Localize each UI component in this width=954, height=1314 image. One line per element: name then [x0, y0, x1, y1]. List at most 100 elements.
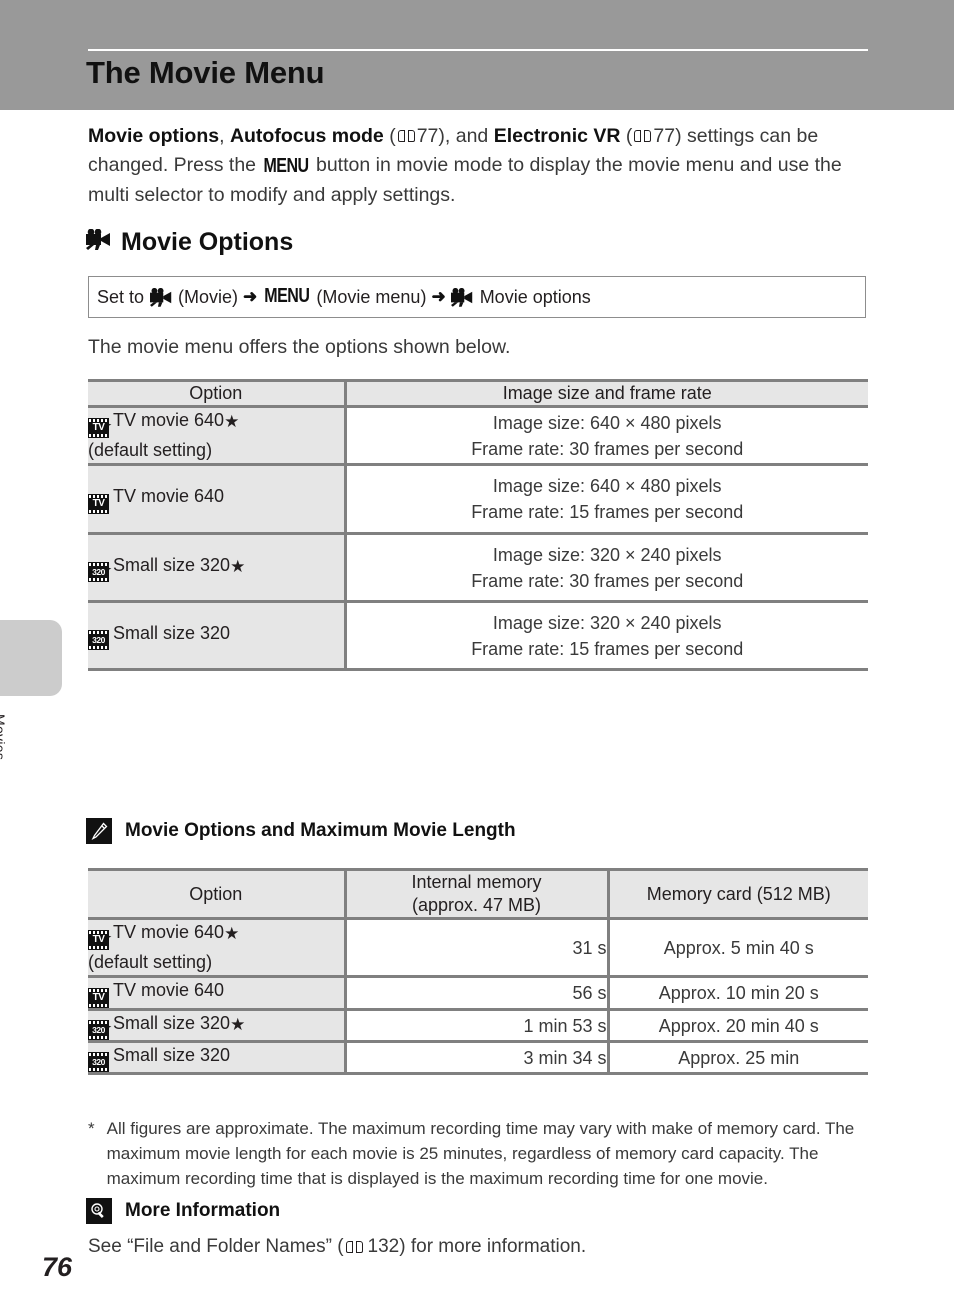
table1-header-size-rate: Image size and frame rate: [343, 379, 868, 408]
table2-card-cell: Approx. 25 min: [606, 1040, 868, 1075]
tv-film-icon: TV: [88, 494, 109, 514]
small-320-film-star-icon: 320 ✦: [88, 1020, 112, 1040]
magnifier-icon: [86, 1198, 112, 1224]
table-row: TV ✦ TV movie 640★ (default setting) 31 s …: [88, 917, 868, 978]
movie-options-table: Option Image size and frame rate TV ✦ TV m…: [88, 379, 868, 671]
table2-option-label: Small size 320: [113, 1045, 231, 1065]
intro-term-movie-options: Movie options: [88, 125, 220, 147]
book-icon: [345, 1240, 363, 1254]
table-row: 320 ✦ Small size 320★ 1 min 53 s Approx. 2…: [88, 1008, 868, 1043]
table2-internal-cell: 3 min 34 s: [343, 1040, 608, 1075]
table1-lead-text: The movie menu offers the options shown …: [88, 336, 511, 358]
table1-option-label: TV movie 640: [113, 486, 225, 506]
setto-options-label: Movie options: [479, 286, 591, 307]
section-heading-label: Movie Options: [121, 228, 294, 256]
more-info-ref: 132: [367, 1236, 400, 1257]
table1-value-cell: Image size: 320 × 240 pixels Frame rate:…: [343, 600, 868, 671]
setto-menu-label: (Movie menu): [316, 286, 427, 307]
section-label-movies: Movies: [0, 714, 8, 761]
tv-film-star-icon: TV ✦: [88, 930, 112, 950]
table1-option-cell: 320 ✦ Small size 320★: [88, 532, 345, 603]
pencil-icon: [86, 818, 112, 844]
table2-internal-cell: 1 min 53 s: [343, 1008, 608, 1043]
table2-card-cell: Approx. 10 min 20 s: [606, 975, 868, 1011]
intro-sep-2: (: [383, 125, 396, 147]
table1-option-cell: TV TV movie 640: [88, 463, 345, 535]
table2-option-label: Small size 320: [113, 1013, 231, 1033]
table2-option-sub: (default setting): [88, 952, 213, 972]
table2-option-cell: 320 Small size 320: [88, 1040, 345, 1075]
star-icon: ★: [224, 924, 240, 943]
note-heading-label: Movie Options and Maximum Movie Length: [125, 820, 516, 841]
table-row: TV ✦ TV movie 640★ (default setting) Image…: [88, 405, 868, 466]
table1-value-cell: Image size: 640 × 480 pixels Frame rate:…: [343, 405, 868, 466]
small-320-film-star-icon: 320 ✦: [88, 562, 112, 582]
more-info-prefix: See “File and Folder Names” (: [88, 1236, 344, 1257]
table1-option-label: Small size 320: [113, 555, 231, 575]
page-title: The Movie Menu: [86, 55, 325, 90]
star-badge-icon: ✦: [103, 564, 112, 574]
table-row: 320 Small size 320 3 min 34 s Approx. 25 …: [88, 1040, 868, 1075]
note-heading-label: More Information: [125, 1200, 281, 1221]
table2-option-cell: TV ✦ TV movie 640★ (default setting): [88, 917, 345, 978]
menu-button-glyph: MENU: [264, 285, 310, 307]
intro-ref-2: 77: [653, 125, 676, 147]
table-row: 320 Small size 320 Image size: 320 × 240 …: [88, 600, 868, 671]
star-badge-icon: ✦: [103, 420, 112, 430]
table1-image-size: Image size: 640 × 480 pixels: [492, 476, 722, 496]
table2-card-cell: Approx. 20 min 40 s: [606, 1008, 868, 1043]
table-row: 320 ✦ Small size 320★ Image size: 320 × 24…: [88, 532, 868, 603]
movie-camera-icon: [150, 287, 173, 307]
table1-value-cell: Image size: 320 × 240 pixels Frame rate:…: [343, 532, 868, 603]
menu-button-glyph: MENU: [263, 155, 309, 178]
arrow-right-icon: ➜: [243, 287, 258, 306]
navigation-path-box: Set to (Movie) ➜ MENU (Movie menu) ➜ Mov…: [88, 276, 866, 318]
table1-option-sub: (default setting): [88, 440, 213, 460]
table2-header-internal-memory: Internal memory (approx. 47 MB): [343, 868, 608, 920]
table1-option-cell: TV ✦ TV movie 640★ (default setting): [88, 405, 345, 466]
table1-image-size: Image size: 640 × 480 pixels: [492, 412, 722, 433]
table1-option-label: TV movie 640: [113, 410, 225, 430]
table1-header-option: Option: [88, 379, 345, 408]
table1-image-size: Image size: 320 × 240 pixels: [492, 544, 722, 565]
table1-frame-rate: Frame rate: 30 frames per second: [471, 570, 744, 591]
star-icon: ★: [224, 412, 240, 431]
tv-film-icon: TV: [88, 988, 109, 1008]
small-320-film-icon: 320: [88, 630, 109, 650]
star-badge-icon: ✦: [103, 1022, 112, 1032]
small-320-film-icon: 320: [88, 1052, 109, 1072]
intro-sep-3: ), and: [438, 125, 494, 147]
movie-camera-icon: [86, 228, 112, 257]
footnote: * All figures are approximate. The maxim…: [88, 1116, 870, 1191]
more-info-suffix: ) for more information.: [399, 1236, 587, 1257]
table1-value-cell: Image size: 640 × 480 pixels Frame rate:…: [343, 463, 868, 535]
table2-internal-cell: 56 s: [343, 975, 608, 1011]
footnote-text: All figures are approximate. The maximum…: [106, 1119, 855, 1188]
table2-option-label: TV movie 640: [113, 922, 225, 942]
book-icon: [634, 130, 652, 143]
star-icon: ★: [230, 1015, 246, 1034]
table2-header-memory-card: Memory card (512 MB): [606, 868, 868, 920]
table1-option-cell: 320 Small size 320: [88, 600, 345, 671]
note-heading-more-information: More Information: [86, 1198, 280, 1224]
intro-sep-1: ,: [219, 125, 230, 147]
table2-card-cell: Approx. 5 min 40 s: [606, 917, 868, 978]
section-heading: Movie Options: [86, 228, 293, 257]
header-rule: [88, 49, 868, 51]
table2-option-cell: TV TV movie 640: [88, 975, 345, 1011]
note-heading-movie-length: Movie Options and Maximum Movie Length: [86, 818, 516, 844]
star-badge-icon: ✦: [103, 932, 112, 942]
star-icon: ★: [230, 557, 246, 576]
page-header-band: The Movie Menu: [0, 0, 954, 110]
table1-frame-rate: Frame rate: 15 frames per second: [471, 638, 744, 659]
table2-header-option: Option: [88, 868, 345, 920]
table-header-row: Option Image size and frame rate: [88, 379, 868, 408]
table1-image-size: Image size: 320 × 240 pixels: [492, 612, 722, 633]
table2-option-cell: 320 ✦ Small size 320★: [88, 1008, 345, 1043]
table2-header-internal-line2: (approx. 47 MB): [411, 895, 542, 915]
intro-sep-4: (: [620, 125, 633, 147]
setto-movie-label: (Movie): [178, 286, 239, 307]
table1-frame-rate: Frame rate: 30 frames per second: [471, 438, 744, 459]
section-thumb-tab: [0, 620, 62, 696]
intro-term-electronic-vr: Electronic VR: [493, 125, 621, 147]
